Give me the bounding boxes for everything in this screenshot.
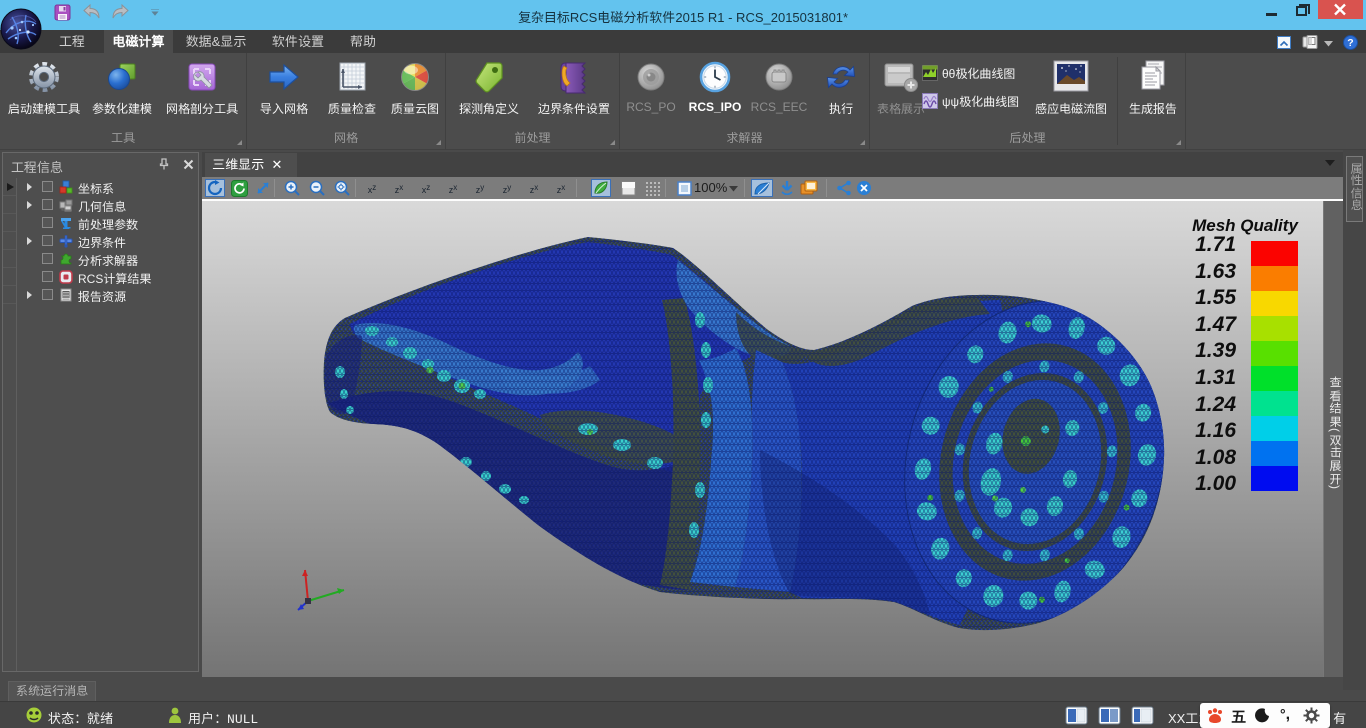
svg-text:?: ? <box>1347 37 1353 49</box>
